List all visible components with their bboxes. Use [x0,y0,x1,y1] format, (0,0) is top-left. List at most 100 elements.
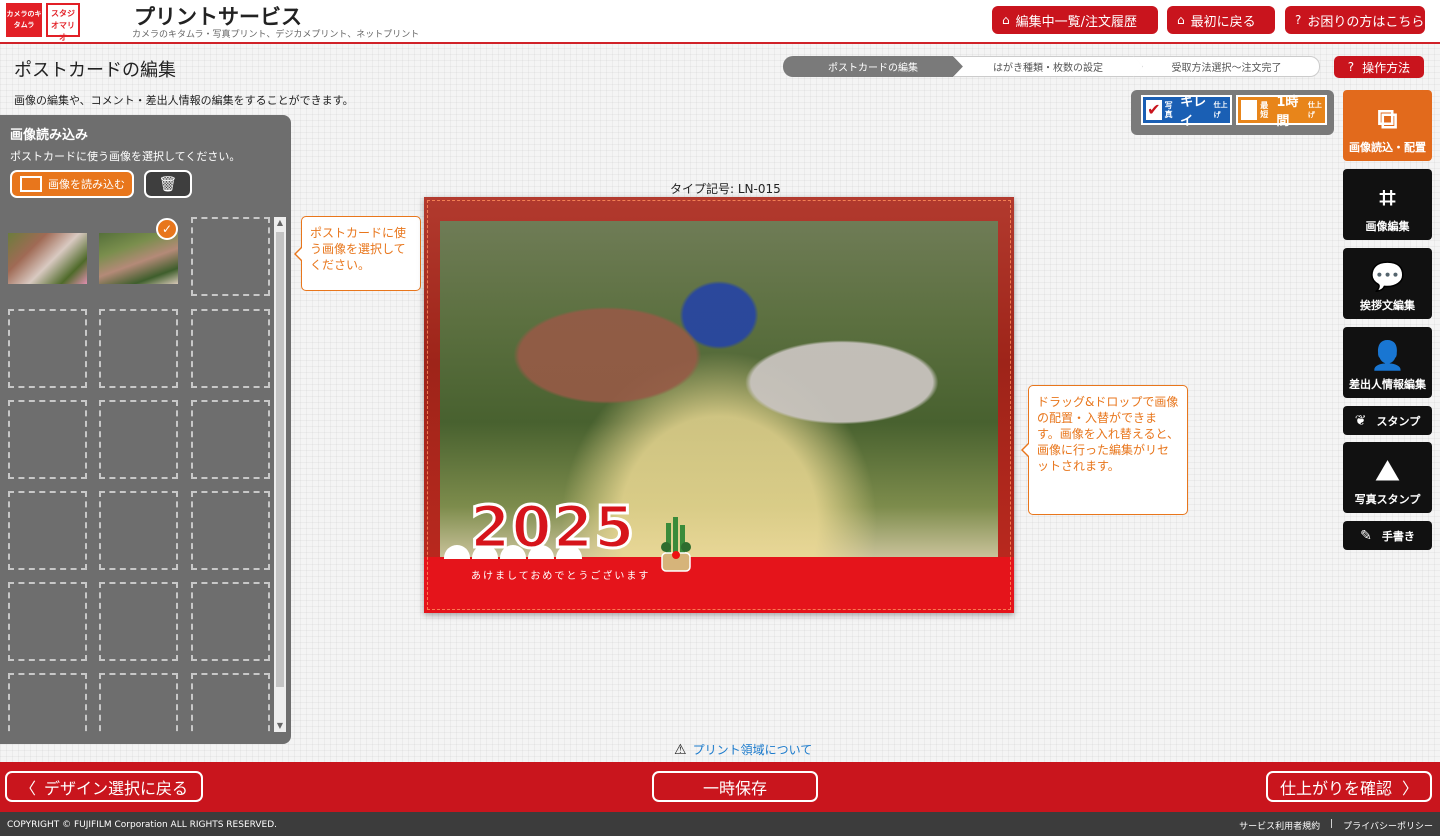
empty-thumbnail-slot[interactable] [99,582,178,661]
badge1-text: キレイ [1180,95,1207,129]
empty-thumbnail-slot[interactable] [191,309,270,388]
postcard-preview[interactable]: 2025 あけましておめでとうございます [424,197,1014,613]
scrollbar-thumb[interactable] [276,232,284,687]
person-icon: 👤 [1370,339,1405,372]
image-load-icon: ⧉ [1377,102,1398,135]
select-image-tooltip: ポストカードに使う画像を選択してください。 [294,216,421,291]
tool-sender-info-edit[interactable]: 👤 差出人情報編集 [1343,327,1432,398]
back-to-design-button[interactable]: 〈 デザイン選択に戻る [5,771,203,802]
image-thumbnail-grid [8,217,274,732]
service-subtitle: カメラのキタムラ・写真プリント、デジカメプリント、ネットプリント [132,30,420,40]
print-area-link[interactable]: ⚠ プリント領域について [674,741,812,758]
logo-text-kitamura: カメラのキタムラ [6,10,42,29]
chevron-right-icon: 〉 [1402,778,1419,798]
load-image-button[interactable]: 画像を読み込む [10,170,134,198]
speech-bubble-icon: 💬 [1370,260,1405,293]
temporary-save-label: 一時保存 [702,778,767,798]
photo-stamp-icon: ⛰ [1375,454,1400,487]
tool-image-load-arrange[interactable]: ⧉ 画像読込・配置 [1343,90,1432,161]
badge2-suffix: 仕上げ [1307,101,1322,119]
empty-thumbnail-slot[interactable] [8,582,87,661]
empty-thumbnail-slot[interactable] [191,400,270,479]
empty-thumbnail-slot[interactable] [99,400,178,479]
back-to-start-button[interactable]: ⌂ 最初に戻る [1167,6,1275,34]
print-area-guide [427,200,1011,610]
delete-image-button[interactable]: 🗑 [144,170,192,198]
question-icon: ? [1347,60,1355,74]
empty-thumbnail-slot[interactable] [8,400,87,479]
badge1-prefix: 写真 [1164,101,1173,119]
scroll-down-arrow-icon[interactable]: ▼ [274,720,286,732]
footer-action-bar: 〈 デザイン選択に戻る 一時保存 仕上がりを確認 〉 [0,762,1440,812]
panel-title: 画像読み込み [10,128,89,143]
badge2-text: 1時間 [1276,95,1299,129]
copyright-text: COPYRIGHT © FUJIFILM Corporation ALL RIG… [7,820,278,830]
image-thumbnail-selected[interactable] [99,233,178,284]
type-code-label: タイプ記号: LN-015 [670,182,781,196]
trash-icon: 🗑 [158,175,178,193]
selected-check-icon: ✓ [156,218,178,240]
app-header: カメラのキタムラ スタジオマリオ プリントサービス カメラのキタムラ・写真プリン… [0,0,1440,44]
tool-stamp[interactable]: ❦ スタンプ [1343,406,1432,435]
confirm-finish-button[interactable]: 仕上がりを確認 〉 [1266,771,1432,802]
chevron-left-icon: 〈 [19,778,36,798]
image-load-icon [20,176,42,192]
empty-thumbnail-slot[interactable] [191,673,270,732]
empty-thumbnail-slot[interactable] [191,217,270,296]
drag-drop-tooltip: ドラッグ&ドロップで画像の配置・入替ができます。画像を入れ替えると、画像に行った… [1021,385,1188,515]
badge1-suffix: 仕上げ [1213,101,1228,119]
tool-label: 挨拶文編集 [1360,299,1415,312]
studio-mario-logo[interactable]: スタジオマリオ [46,3,80,42]
thumbnail-scrollbar[interactable]: ▲ ▼ [274,217,286,732]
checkmark-icon: ✔ [1146,100,1162,120]
progress-steps: ポストカードの編集 はがき種類・枚数の設定 受取方法選択〜注文完了 [783,56,1320,77]
copyright-bar: COPYRIGHT © FUJIFILM Corporation ALL RIG… [0,812,1440,836]
tool-label: 画像読込・配置 [1349,141,1426,154]
temporary-save-button[interactable]: 一時保存 [652,771,818,802]
tool-label: 手書き [1381,529,1415,543]
empty-thumbnail-slot[interactable] [99,673,178,732]
image-thumbnail[interactable] [8,233,87,284]
empty-thumbnail-slot[interactable] [8,309,87,388]
warning-icon: ⚠ [674,741,687,758]
logo-text-mario: スタジオマリオ [51,9,75,42]
privacy-link[interactable]: プライバシーポリシー [1343,819,1433,832]
empty-thumbnail-slot[interactable] [191,491,270,570]
question-icon: ? [1295,13,1302,27]
edit-list-label: 編集中一覧/注文履歴 [1015,14,1138,30]
step-card-type-quantity: はがき種類・枚数の設定 [953,56,1143,77]
empty-thumbnail-slot[interactable] [8,673,87,732]
empty-thumbnail-slot[interactable] [191,582,270,661]
step-edit-postcard: ポストカードの編集 [783,56,963,77]
panel-subtitle: ポストカードに使う画像を選択してください。 [10,150,241,163]
page-description: 画像の編集や、コメント・差出人情報の編集をすることができます。 [14,94,354,107]
help-support-button[interactable]: ? お困りの方はこちら [1285,6,1425,34]
tool-handwriting[interactable]: ✎ 手書き [1343,521,1432,550]
help-support-label: お困りの方はこちら [1307,14,1425,30]
scroll-up-arrow-icon[interactable]: ▲ [274,217,286,229]
back-to-start-label: 最初に戻る [1190,14,1256,30]
how-to-use-label: 操作方法 [1362,60,1411,75]
tool-image-edit[interactable]: ⌗ 画像編集 [1343,169,1432,240]
home-icon: ⌂ [1177,13,1185,27]
tool-greeting-edit[interactable]: 💬 挨拶文編集 [1343,248,1432,319]
beautiful-photo-badge: ✔ 写真 キレイ 仕上げ [1141,95,1232,129]
empty-thumbnail-slot[interactable] [8,491,87,570]
tool-photo-stamp[interactable]: ⛰ 写真スタンプ [1343,442,1432,513]
page-title: ポストカードの編集 [14,60,176,81]
kitamura-logo[interactable]: カメラのキタムラ [6,3,42,37]
how-to-use-button[interactable]: ? 操作方法 [1334,56,1424,78]
crop-icon: ⌗ [1379,181,1396,214]
checkbox-icon [1241,100,1258,120]
empty-thumbnail-slot[interactable] [99,491,178,570]
edit-list-order-history-button[interactable]: ⌂ 編集中一覧/注文履歴 [992,6,1158,34]
badge2-prefix: 最短 [1260,101,1269,119]
legal-links: サービス利用者規約 | プライバシーポリシー [1239,819,1433,832]
terms-link[interactable]: サービス利用者規約 [1239,819,1320,832]
back-to-design-label: デザイン選択に戻る [44,778,189,798]
quality-badges: ✔ 写真 キレイ 仕上げ 最短 1時間 仕上げ [1131,90,1334,135]
confirm-finish-label: 仕上がりを確認 [1279,778,1392,798]
load-image-label: 画像を読み込む [48,178,125,191]
empty-thumbnail-slot[interactable] [99,309,178,388]
image-load-panel: 画像読み込み ポストカードに使う画像を選択してください。 画像を読み込む 🗑 ✓… [0,115,291,744]
